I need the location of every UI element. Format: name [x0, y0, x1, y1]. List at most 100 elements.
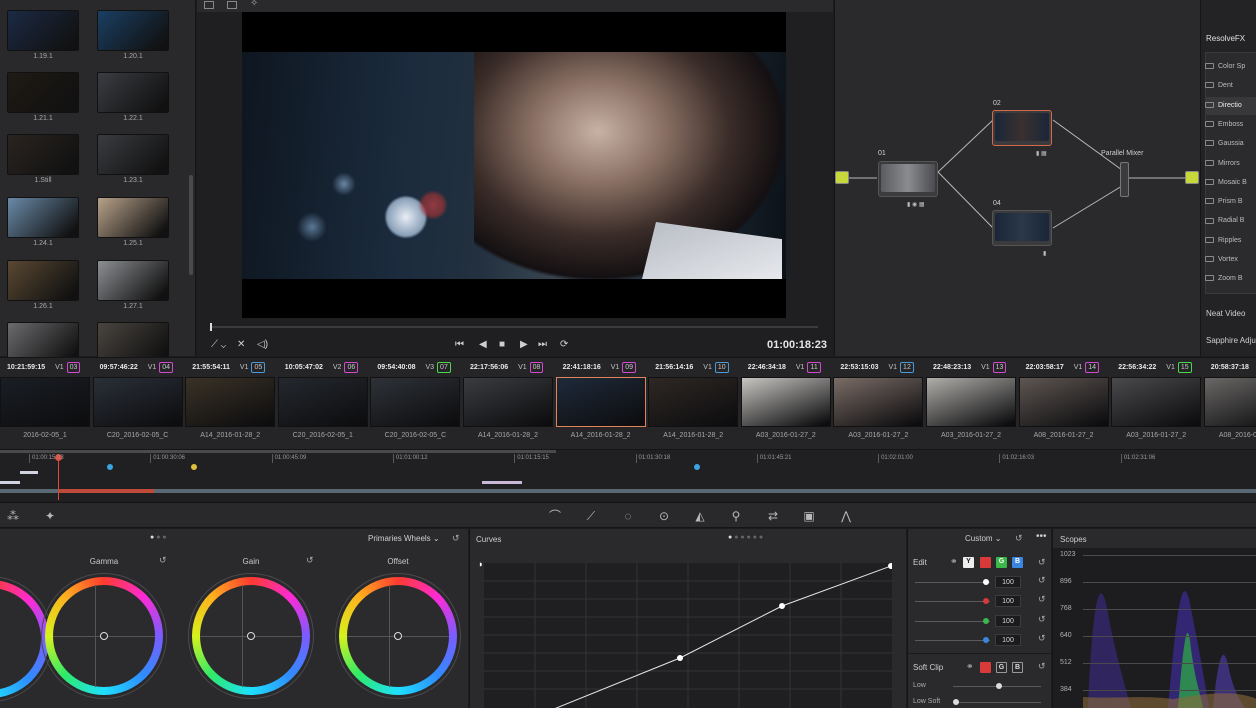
g-value[interactable]: 100: [995, 615, 1021, 627]
timeline-clip-thumbnail[interactable]: [926, 377, 1016, 427]
timeline-clip-thumbnail[interactable]: [185, 377, 276, 427]
timeline-clip-thumbnail[interactable]: [1111, 377, 1202, 427]
fx-item[interactable]: Directio: [1205, 96, 1256, 115]
softclip-r-channel[interactable]: [980, 662, 991, 673]
curves-icon[interactable]: ⌒: [547, 508, 563, 524]
timeline-clip-thumbnail[interactable]: [277, 377, 368, 427]
tracker-icon[interactable]: ⊙: [656, 508, 672, 524]
timeline-clip-thumbnail[interactable]: [555, 377, 646, 427]
media-pool-scrollbar[interactable]: [189, 175, 193, 275]
close-icon[interactable]: ✕: [237, 339, 245, 351]
timeline-clip-thumbnail[interactable]: [370, 377, 461, 427]
timeline-clip-thumbnail[interactable]: [92, 377, 183, 427]
gamma-wheel[interactable]: [45, 577, 163, 695]
mini-timeline[interactable]: 01:00:15:03 01:00:30:06 01:00:45:09 01:01:0…: [0, 449, 1256, 501]
b-slider[interactable]: [915, 637, 990, 643]
timeline-clip-thumbnail[interactable]: [463, 377, 553, 427]
input-node[interactable]: [835, 171, 849, 184]
layout-icon[interactable]: [204, 1, 214, 9]
y-slider[interactable]: [915, 579, 990, 585]
sizing-icon[interactable]: ⇄: [765, 508, 781, 524]
key-icon[interactable]: ⚲: [728, 508, 744, 524]
softclip-b-channel[interactable]: B: [1012, 662, 1023, 673]
node-02[interactable]: [992, 110, 1052, 146]
timeline-clip-thumbnail[interactable]: [648, 377, 739, 427]
media-pool-clip[interactable]: [7, 260, 79, 301]
b-value[interactable]: 100: [995, 634, 1021, 646]
loop-icon[interactable]: ⟳: [560, 339, 568, 351]
timeline-clip-thumbnail[interactable]: [1203, 377, 1256, 427]
speaker-icon[interactable]: ◁): [257, 339, 268, 351]
timeline-clip-thumbnail[interactable]: [833, 377, 924, 427]
curves-options-icon[interactable]: •••: [1036, 531, 1047, 542]
fx-item[interactable]: Dent: [1205, 77, 1256, 95]
stop-icon[interactable]: ■: [499, 339, 505, 351]
media-pool-clip[interactable]: [7, 72, 79, 113]
offset-wheel[interactable]: [339, 577, 457, 695]
fx-item[interactable]: Mosaic B: [1205, 174, 1256, 192]
fx-item[interactable]: Color Sp: [1205, 58, 1256, 76]
window-icon[interactable]: ◌: [620, 508, 636, 524]
low-soft-slider[interactable]: [953, 699, 1041, 705]
b-channel[interactable]: B: [1012, 557, 1023, 568]
node-01[interactable]: [878, 161, 938, 197]
sapphire-item[interactable]: Sapphire Adju: [1206, 336, 1256, 345]
effects-icon[interactable]: ✦: [42, 508, 58, 524]
grid-icon[interactable]: [227, 1, 237, 9]
media-pool-clip[interactable]: [97, 197, 169, 238]
fx-item[interactable]: Prism B: [1205, 193, 1256, 211]
timeline-clip-thumbnail[interactable]: [740, 377, 831, 427]
node-04[interactable]: [992, 210, 1052, 246]
media-pool-clip[interactable]: [7, 10, 79, 51]
viewer-scrubber[interactable]: [210, 323, 818, 331]
neat-video-item[interactable]: Neat Video: [1206, 309, 1245, 318]
gain-wheel[interactable]: [192, 577, 310, 695]
wheels-mode-dropdown[interactable]: Primaries Wheels ⌄: [368, 534, 440, 543]
fx-item[interactable]: Emboss: [1205, 116, 1256, 134]
wheels-reset-icon[interactable]: ↺: [452, 533, 460, 544]
nodes-icon[interactable]: ⁂: [5, 508, 21, 524]
curves-preset-label[interactable]: Custom ⌄: [965, 534, 1002, 543]
stereo-icon[interactable]: ⋀: [838, 508, 854, 524]
low-slider[interactable]: [953, 683, 1041, 689]
edit-reset-icon[interactable]: ↺: [1038, 557, 1046, 568]
node-editor[interactable]: 01 ▮ ◉ ▦ 02 ▮ ▦ 04 ▮ Parallel Mixer: [834, 0, 1200, 356]
skip-forward-icon[interactable]: ⏭: [538, 339, 547, 351]
video-frame[interactable]: [242, 12, 786, 318]
skip-back-icon[interactable]: ⏮: [455, 339, 464, 351]
link-icon[interactable]: ⚭: [950, 556, 958, 567]
qualifier-icon[interactable]: ⟋: [583, 508, 599, 524]
media-pool-clip[interactable]: [7, 197, 79, 238]
fx-item[interactable]: Gaussia: [1205, 135, 1256, 153]
picker-icon[interactable]: ⟋ ⌄: [211, 339, 226, 351]
softclip-g-channel[interactable]: G: [996, 662, 1007, 673]
timeline-clip-thumbnail[interactable]: [0, 377, 90, 427]
fx-item[interactable]: Zoom B: [1205, 270, 1256, 288]
3d-icon[interactable]: ▣: [801, 508, 817, 524]
parallel-mixer-node[interactable]: [1120, 162, 1129, 197]
r-value[interactable]: 100: [995, 595, 1021, 607]
fx-item[interactable]: Mirrors: [1205, 155, 1256, 173]
curves-reset-icon[interactable]: ↺: [1015, 533, 1023, 544]
media-pool-clip[interactable]: [97, 10, 169, 51]
timeline-clip-thumbnail[interactable]: [1018, 377, 1109, 427]
fx-item[interactable]: Radial B: [1205, 212, 1256, 230]
play-icon[interactable]: ▶: [520, 339, 528, 351]
wand-icon[interactable]: ✧: [250, 0, 258, 9]
g-slider[interactable]: [915, 618, 990, 624]
y-value[interactable]: 100: [995, 576, 1021, 588]
gamma-reset-icon[interactable]: ↺: [159, 555, 167, 566]
curve-graph[interactable]: [484, 563, 894, 708]
g-channel[interactable]: G: [996, 557, 1007, 568]
media-pool-clip[interactable]: [7, 134, 79, 175]
y-channel[interactable]: Y: [963, 557, 974, 568]
fx-item[interactable]: Ripples: [1205, 232, 1256, 250]
r-channel[interactable]: [980, 557, 991, 568]
softclip-link-icon[interactable]: ⚭: [966, 661, 974, 672]
output-node[interactable]: [1185, 171, 1199, 184]
media-pool-clip[interactable]: [97, 260, 169, 301]
step-back-icon[interactable]: ◀: [479, 339, 487, 351]
gain-reset-icon[interactable]: ↺: [306, 555, 314, 566]
media-pool-clip[interactable]: [97, 72, 169, 113]
r-slider[interactable]: [915, 598, 990, 604]
